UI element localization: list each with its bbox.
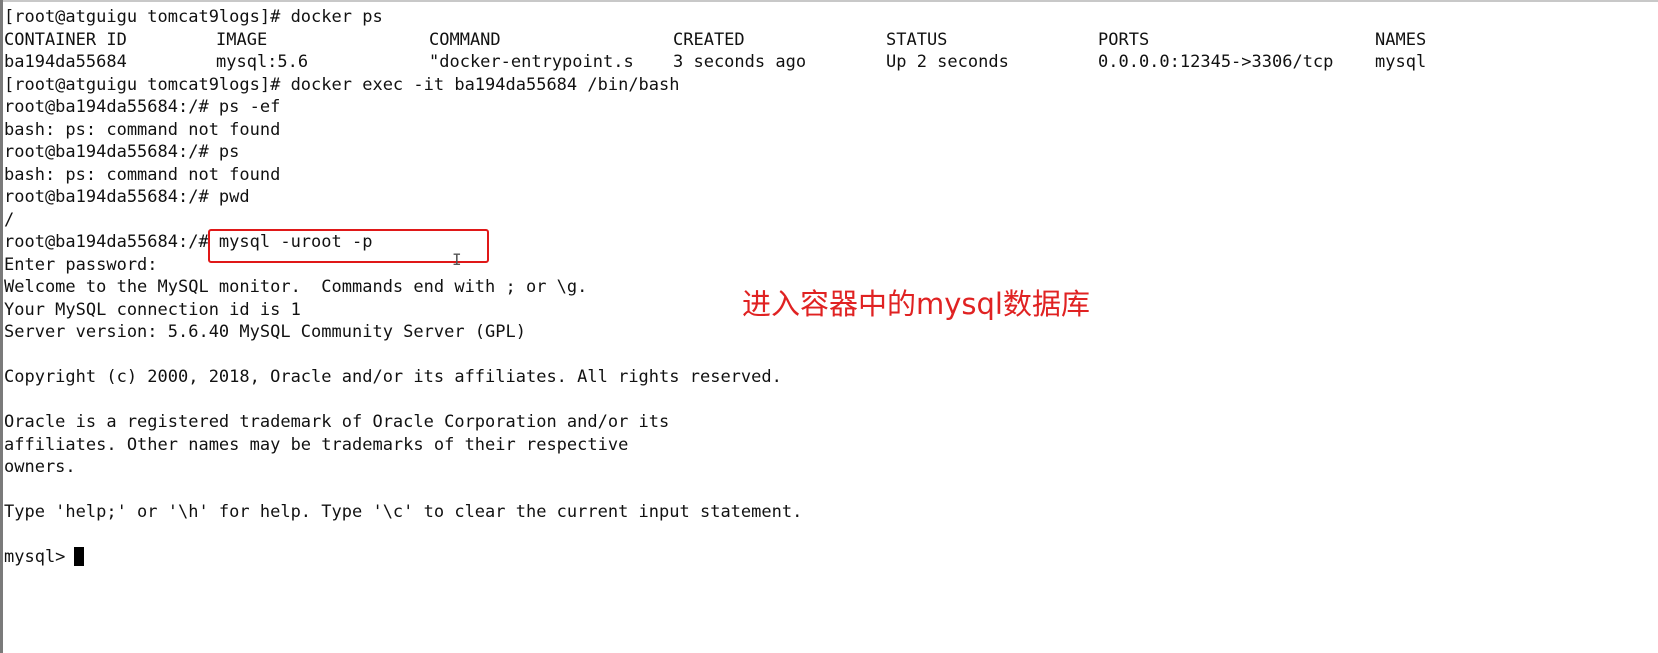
terminal-line: Type 'help;' or '\h' for help. Type '\c'… [4, 502, 803, 522]
terminal-output[interactable]: [root@atguigu tomcat9logs]# docker ps CO… [4, 6, 1644, 646]
header-created: CREATED [673, 29, 745, 50]
command-highlight-box [208, 229, 489, 263]
terminal-line: Oracle is a registered trademark of Orac… [4, 412, 670, 432]
terminal-line: bash: ps: command not found [4, 119, 281, 140]
row-names: mysql [1375, 52, 1427, 72]
text-cursor [74, 547, 85, 566]
header-command: COMMAND [429, 29, 501, 50]
row-command: "docker-entrypoint.s [429, 52, 634, 72]
terminal-line: [root@atguigu tomcat9logs]# docker exec … [4, 74, 680, 95]
header-ports: PORTS [1098, 29, 1150, 50]
annotation-label: 进入容器中的mysql数据库 [742, 287, 1090, 321]
ibeam-cursor-icon: I [452, 250, 462, 269]
row-container-id: ba194da55684 [4, 52, 127, 72]
terminal-line: Copyright (c) 2000, 2018, Oracle and/or … [4, 367, 782, 387]
header-status: STATUS [886, 29, 948, 50]
window-top-border [0, 0, 1658, 2]
row-created: 3 seconds ago [673, 52, 807, 72]
terminal-line: Server version: 5.6.40 MySQL Community S… [4, 322, 526, 342]
header-names: NAMES [1375, 29, 1427, 50]
terminal-line: root@ba194da55684:/# ps [4, 142, 240, 162]
header-container-id: CONTAINER ID [4, 29, 127, 50]
terminal-line: / [4, 209, 15, 230]
row-status: Up 2 seconds [886, 52, 1009, 72]
row-ports: 0.0.0.0:12345->3306/tcp [1098, 52, 1334, 72]
row-image: mysql:5.6 [216, 52, 309, 72]
docker-ps-data-row: ba194da55684 mysql:5.6 "docker-entrypoin… [4, 51, 1644, 74]
terminal-line: affiliates. Other names may be trademark… [4, 434, 629, 455]
mysql-prompt-line[interactable]: mysql> [4, 546, 1644, 569]
docker-ps-header-row: CONTAINER ID IMAGE COMMAND CREATED STATU… [4, 29, 1644, 52]
terminal-line: bash: ps: command not found [4, 164, 281, 185]
window-left-border [0, 0, 3, 653]
terminal-line: [root@atguigu tomcat9logs]# docker ps [4, 7, 383, 27]
terminal-line: root@ba194da55684:/# ps -ef [4, 97, 281, 117]
terminal-line: root@ba194da55684:/# pwd [4, 187, 250, 207]
terminal-line: owners. [4, 457, 76, 477]
header-image: IMAGE [216, 29, 268, 50]
mysql-prompt: mysql> [4, 547, 66, 567]
